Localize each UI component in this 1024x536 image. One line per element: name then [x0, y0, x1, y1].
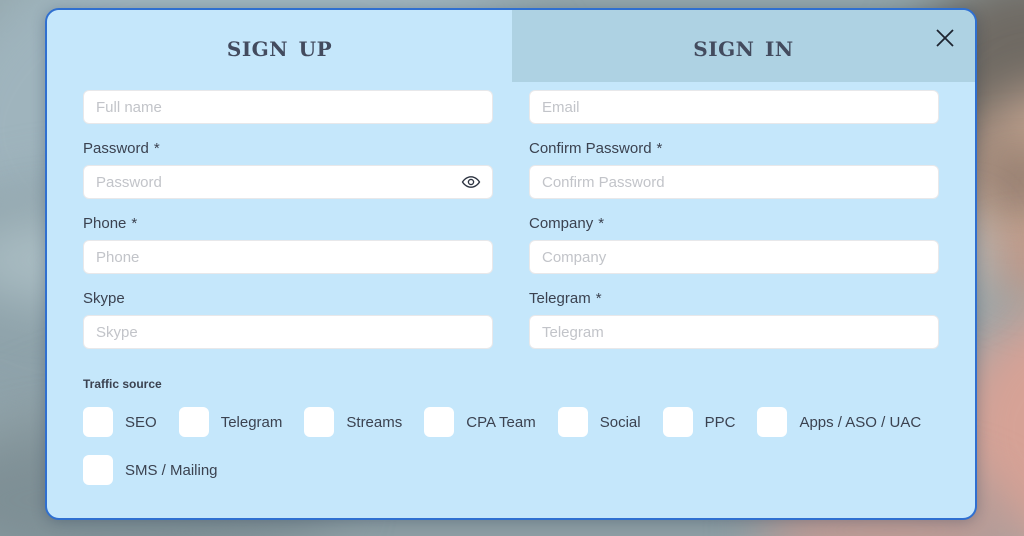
password-input-wrap [83, 165, 493, 199]
checkbox-icon[interactable] [662, 407, 693, 437]
traffic-source-option-label: CPA Team [466, 413, 536, 431]
checkbox-icon[interactable] [757, 407, 788, 437]
checkbox-icon[interactable] [83, 407, 113, 437]
traffic-source-option[interactable]: Streams [304, 407, 402, 437]
field-email [529, 90, 939, 124]
tab-sign-in-label: Sign In [693, 29, 794, 63]
traffic-source-options-row-1: SEO Telegram Streams CPA Team Social PPC Apps … [83, 407, 939, 437]
traffic-source-options-row-2: SMS / Mailing [83, 455, 939, 485]
traffic-source-option[interactable]: PPC [662, 407, 736, 437]
traffic-source-option[interactable]: SEO [83, 407, 157, 437]
traffic-source-option-label: Social [599, 413, 641, 431]
company-input-wrap [529, 240, 939, 274]
field-company: Company * [529, 215, 939, 274]
field-skype: Skype [83, 290, 493, 349]
traffic-source-option[interactable]: SMS / Mailing [83, 455, 218, 485]
password-input[interactable] [83, 165, 493, 199]
form-row-phone-company: Phone* Company* [83, 215, 939, 274]
fullname-input[interactable] [83, 90, 493, 124]
phone-label-text: Phone [83, 215, 127, 232]
checkbox-icon[interactable] [178, 407, 209, 437]
confirm-password-input-wrap [529, 165, 939, 199]
traffic-source-option-label: Streams [346, 413, 403, 431]
email-input[interactable] [529, 90, 939, 124]
confirm-password-input[interactable] [529, 165, 939, 199]
form-row-name-email [83, 90, 939, 124]
traffic-source-option-label: PPC [704, 413, 736, 431]
checkbox-icon[interactable] [304, 407, 335, 437]
form-row-passwords: Password* Confirm Password* [83, 140, 939, 199]
confirm-password-label-text: Confirm Password [529, 140, 652, 157]
field-password: Password * [83, 140, 493, 199]
traffic-source-title: Traffic source [83, 377, 162, 391]
auth-tabs: Sign Up Sign In [47, 10, 975, 82]
telegram-required-marker: * [595, 290, 602, 307]
traffic-source-option[interactable]: Social [557, 407, 641, 437]
tab-sign-in[interactable]: Sign In [512, 10, 975, 82]
traffic-source-option-label: Telegram [220, 413, 283, 431]
password-label: Password * [83, 140, 493, 157]
tab-sign-up-label: Sign Up [226, 29, 333, 63]
traffic-source-option-label: SMS / Mailing [125, 461, 218, 479]
password-label-text: Password [83, 140, 149, 157]
checkbox-icon[interactable] [83, 455, 113, 485]
traffic-source-option[interactable]: Telegram [178, 407, 283, 437]
field-telegram: Telegram * [529, 290, 939, 349]
company-required-marker: * [598, 215, 605, 232]
telegram-input-wrap [529, 315, 939, 349]
telegram-input[interactable] [529, 315, 939, 349]
checkbox-icon[interactable] [557, 407, 588, 437]
skype-input-wrap [83, 315, 493, 349]
eye-icon[interactable] [461, 172, 481, 192]
traffic-source-option[interactable]: Apps / ASO / UAC [757, 407, 921, 437]
confirm-password-label: Confirm Password * [529, 140, 939, 157]
phone-label: Phone * [83, 215, 493, 232]
phone-input[interactable] [83, 240, 493, 274]
email-input-wrap [529, 90, 939, 124]
signup-form: Password* Confirm Password* [47, 82, 975, 518]
tab-sign-up[interactable]: Sign Up [47, 10, 512, 82]
skype-input[interactable] [83, 315, 493, 349]
field-phone: Phone * [83, 215, 493, 274]
field-fullname [83, 90, 493, 124]
traffic-source-option-label: SEO [125, 413, 157, 431]
field-confirm-password: Confirm Password * [529, 140, 939, 199]
company-label: Company * [529, 215, 939, 232]
traffic-source-option[interactable]: CPA Team [424, 407, 536, 437]
password-required-marker: * [153, 140, 160, 157]
skype-label-text: Skype [83, 290, 125, 307]
confirm-password-required-marker: * [656, 140, 663, 157]
phone-required-marker: * [131, 215, 138, 232]
traffic-source-option-label: Apps / ASO / UAC [799, 413, 922, 431]
checkbox-icon[interactable] [424, 407, 455, 437]
company-input[interactable] [529, 240, 939, 274]
company-label-text: Company [529, 215, 594, 232]
skype-label: Skype [83, 290, 493, 307]
telegram-label: Telegram * [529, 290, 939, 307]
telegram-label-text: Telegram [529, 290, 591, 307]
fullname-input-wrap [83, 90, 493, 124]
close-icon[interactable] [929, 22, 961, 54]
auth-modal: Sign Up Sign In [45, 8, 977, 520]
form-row-skype-telegram: Skype Telegram* [83, 290, 939, 349]
phone-input-wrap [83, 240, 493, 274]
